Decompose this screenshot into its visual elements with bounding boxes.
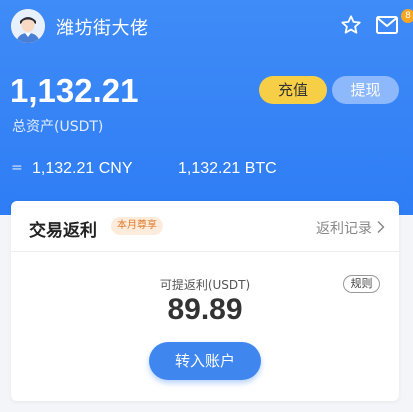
btc-value: 1,132.21 BTC bbox=[178, 160, 277, 177]
avatar-icon bbox=[11, 9, 45, 43]
equals-sign: = bbox=[11, 160, 23, 176]
username: 潍坊街大佬 bbox=[56, 18, 149, 39]
transfer-to-account-button[interactable]: 转入账户 bbox=[149, 342, 261, 380]
rebate-card-title: 交易返利 bbox=[29, 221, 97, 241]
chevron-right-icon[interactable] bbox=[377, 221, 385, 233]
withdraw-button[interactable]: 提现 bbox=[332, 76, 399, 104]
mail-badge: 8 bbox=[401, 9, 413, 23]
rebate-amount: 89.89 bbox=[167, 293, 243, 326]
rebate-card: 交易返利 本月尊享 返利记录 可提返利(USDT) 规则 89.89 转入账户 bbox=[11, 201, 399, 401]
top-bar: 潍坊街大佬 8 bbox=[0, 0, 413, 52]
total-assets-amount: 1,132.21 bbox=[10, 72, 139, 109]
withdrawable-rebate-label: 可提返利(USDT) bbox=[159, 278, 251, 292]
mail-icon[interactable] bbox=[376, 16, 398, 34]
recharge-button[interactable]: 充值 bbox=[259, 76, 327, 104]
rebate-records-link[interactable]: 返利记录 bbox=[316, 218, 372, 238]
total-assets-label: 总资产(USDT) bbox=[12, 119, 104, 135]
cny-value: 1,132.21 CNY bbox=[32, 160, 133, 177]
monthly-exclusive-tag: 本月尊享 bbox=[111, 217, 163, 235]
avatar[interactable] bbox=[11, 9, 45, 43]
star-icon[interactable] bbox=[340, 14, 362, 36]
rules-button[interactable]: 规则 bbox=[343, 275, 380, 293]
card-divider bbox=[11, 251, 399, 252]
